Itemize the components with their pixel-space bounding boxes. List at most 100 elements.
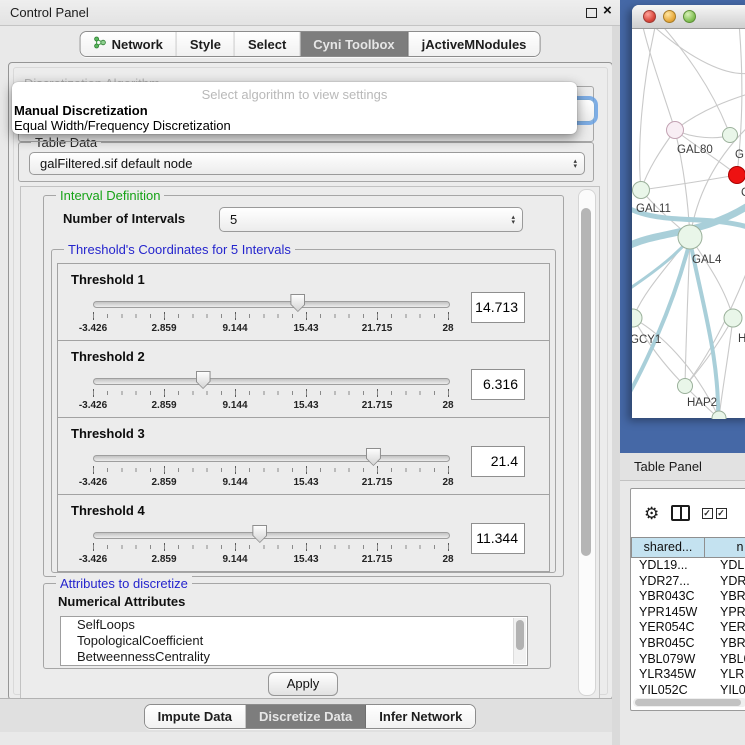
tab-jactivemnodules[interactable]: jActiveMNodules bbox=[409, 32, 540, 56]
close-icon[interactable]: × bbox=[603, 2, 612, 19]
network-edge[interactable] bbox=[650, 29, 745, 74]
node-table: ⚙ ✓ ✓ shared...n YDL19...YDL1YDR27...YDR… bbox=[630, 488, 745, 711]
table-row[interactable]: YLR345WYLR3 bbox=[632, 667, 745, 683]
slider-tick-labels: -3.4262.8599.14415.4321.71528 bbox=[93, 400, 448, 412]
columns-icon[interactable] bbox=[671, 505, 690, 521]
network-window-titlebar[interactable] bbox=[632, 5, 745, 29]
threshold-slider[interactable]: -3.4262.8599.14415.4321.71528 bbox=[93, 294, 448, 336]
column-header[interactable]: n bbox=[704, 537, 745, 558]
table-row[interactable]: YER054CYER0 bbox=[632, 620, 745, 636]
number-of-intervals-value: 5 bbox=[230, 212, 237, 227]
threshold-slider[interactable]: -3.4262.8599.14415.4321.71528 bbox=[93, 525, 448, 567]
close-button[interactable] bbox=[643, 10, 656, 23]
slider-track bbox=[93, 378, 450, 385]
network-node[interactable] bbox=[633, 182, 650, 199]
network-node[interactable] bbox=[678, 379, 693, 394]
network-node[interactable] bbox=[723, 128, 738, 143]
network-edge-highlighted[interactable] bbox=[690, 241, 718, 419]
table-row[interactable]: YBL079WYBL0 bbox=[632, 652, 745, 668]
algorithm-hint-option[interactable]: Select algorithm to view settings bbox=[12, 82, 577, 103]
table-row[interactable]: YDL19...YDL1 bbox=[632, 558, 745, 574]
checkbox-icon[interactable]: ✓ bbox=[702, 508, 713, 519]
cell-name: YPR1 bbox=[711, 605, 745, 621]
threshold-row: Threshold 2-3.4262.8599.14415.4321.71528… bbox=[57, 340, 550, 418]
table-row[interactable]: YDR27...YDR2 bbox=[632, 574, 745, 590]
settings-scrollbar-thumb[interactable] bbox=[581, 208, 591, 556]
network-edge[interactable] bbox=[675, 93, 745, 130]
control-panel: Control Panel × NetworkStyleSelectCyni T… bbox=[0, 0, 620, 745]
column-header[interactable]: shared... bbox=[631, 537, 705, 558]
table-row[interactable]: YBR043CYBR0 bbox=[632, 589, 745, 605]
tab-infer-network[interactable]: Infer Network bbox=[366, 705, 475, 728]
network-edge[interactable] bbox=[640, 29, 656, 190]
panel-divider[interactable] bbox=[612, 25, 620, 745]
tick-label: 2.859 bbox=[151, 400, 176, 411]
algorithm-option-manual-discretization[interactable]: Manual Discretization bbox=[12, 103, 577, 118]
list-item[interactable]: SelfLoops bbox=[61, 617, 527, 633]
cell-shared-name: YDR27... bbox=[632, 574, 711, 590]
threshold-value-field[interactable]: 11.344 bbox=[471, 523, 525, 554]
tab-label: Network bbox=[112, 37, 163, 52]
table-row[interactable]: YPR145WYPR1 bbox=[632, 605, 745, 621]
table-row[interactable]: YBR045CYBR0 bbox=[632, 636, 745, 652]
network-node[interactable] bbox=[632, 309, 642, 327]
zoom-button[interactable] bbox=[683, 10, 696, 23]
table-hscrollbar[interactable] bbox=[633, 698, 745, 707]
number-of-intervals-label: Number of Intervals bbox=[63, 211, 185, 226]
attributes-scrollbar-thumb[interactable] bbox=[516, 620, 524, 650]
slider-thumb[interactable] bbox=[290, 294, 305, 312]
tick-label: 9.144 bbox=[222, 400, 247, 411]
slider-thumb[interactable] bbox=[252, 525, 267, 543]
network-edge[interactable] bbox=[660, 29, 730, 135]
cell-name: YBR0 bbox=[711, 589, 745, 605]
network-node[interactable] bbox=[667, 122, 684, 139]
threshold-slider[interactable]: -3.4262.8599.14415.4321.71528 bbox=[93, 448, 448, 490]
network-node[interactable] bbox=[724, 309, 742, 327]
settings-scrollbar[interactable] bbox=[578, 189, 596, 696]
cell-name: YDL1 bbox=[711, 558, 745, 574]
threshold-value-field[interactable]: 6.316 bbox=[471, 369, 525, 400]
network-canvas[interactable]: GAL80GCGAL11GAL4GCY1HHAP2 bbox=[632, 29, 745, 419]
attributes-scrollbar[interactable] bbox=[513, 618, 526, 664]
slider-minor-ticks bbox=[93, 314, 449, 318]
tab-cyni-toolbox[interactable]: Cyni Toolbox bbox=[300, 32, 408, 56]
network-edge[interactable] bbox=[641, 175, 737, 190]
checkbox-icon[interactable]: ✓ bbox=[716, 508, 727, 519]
gear-icon[interactable]: ⚙ bbox=[644, 505, 659, 522]
threshold-value-field[interactable]: 14.713 bbox=[471, 292, 525, 323]
slider-thumb[interactable] bbox=[196, 371, 211, 389]
combo-stepper-icon: ▴▾ bbox=[573, 159, 577, 169]
network-node[interactable] bbox=[712, 411, 726, 419]
tab-network[interactable]: Network bbox=[81, 32, 177, 56]
node-label: H bbox=[738, 333, 745, 345]
node-label: GAL80 bbox=[677, 144, 713, 156]
minimize-button[interactable] bbox=[663, 10, 676, 23]
network-node[interactable] bbox=[729, 167, 745, 184]
algorithm-option-equal-width-frequency-discretization[interactable]: Equal Width/Frequency Discretization bbox=[12, 118, 577, 133]
table-hscrollbar-thumb[interactable] bbox=[635, 699, 741, 706]
float-window-icon[interactable] bbox=[586, 8, 597, 18]
list-item[interactable]: TopologicalCoefficient bbox=[61, 633, 527, 649]
tick-label: -3.426 bbox=[79, 477, 107, 488]
network-edge[interactable] bbox=[641, 130, 675, 190]
tab-select[interactable]: Select bbox=[235, 32, 300, 56]
tick-label: 9.144 bbox=[222, 323, 247, 334]
tab-impute-data[interactable]: Impute Data bbox=[145, 705, 246, 728]
network-edge[interactable] bbox=[719, 318, 733, 418]
list-item[interactable]: BetweennessCentrality bbox=[61, 649, 527, 665]
apply-button[interactable]: Apply bbox=[268, 672, 338, 696]
threshold-value-field[interactable]: 21.4 bbox=[471, 446, 525, 477]
numerical-attributes-list[interactable]: SelfLoopsTopologicalCoefficientBetweenne… bbox=[60, 616, 528, 666]
network-edge[interactable] bbox=[642, 29, 675, 130]
tab-style[interactable]: Style bbox=[177, 32, 235, 56]
slider-thumb[interactable] bbox=[366, 448, 381, 466]
network-node[interactable] bbox=[678, 225, 702, 249]
threshold-slider[interactable]: -3.4262.8599.14415.4321.71528 bbox=[93, 371, 448, 413]
node-label: GAL11 bbox=[636, 203, 671, 215]
tab-discretize-data[interactable]: Discretize Data bbox=[246, 705, 366, 728]
cell-name: YLR3 bbox=[711, 667, 745, 683]
table-data-combobox[interactable]: galFiltered.sif default node ▴▾ bbox=[29, 152, 585, 175]
tick-label: 15.43 bbox=[293, 477, 318, 488]
number-of-intervals-combobox[interactable]: 5 ▴▾ bbox=[219, 207, 523, 232]
table-row[interactable]: YIL052CYIL0 bbox=[632, 683, 745, 699]
